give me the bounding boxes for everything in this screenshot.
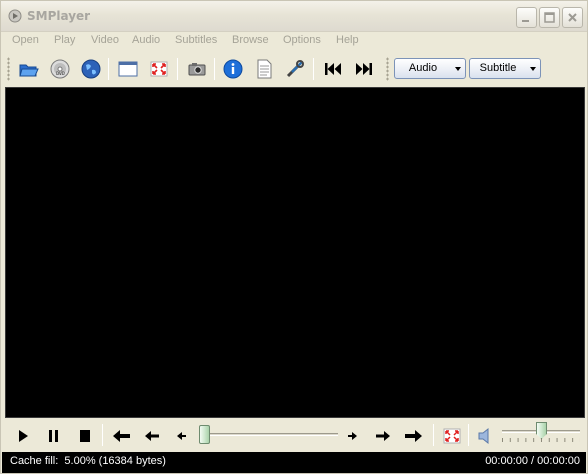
fullscreen-icon xyxy=(150,61,168,77)
previous-track-icon xyxy=(325,63,341,75)
open-file-button[interactable] xyxy=(16,56,42,82)
stop-button[interactable] xyxy=(72,423,98,449)
toolbar-grip[interactable] xyxy=(7,57,10,81)
minimize-button[interactable] xyxy=(516,7,537,28)
rewind-medium-icon xyxy=(145,431,159,441)
next-track-icon xyxy=(356,63,372,75)
preferences-button[interactable] xyxy=(282,56,308,82)
seek-thumb[interactable] xyxy=(199,425,210,444)
smplayer-window: SMPlayer Open Play Video Audio Subtitles… xyxy=(0,0,588,474)
pause-button[interactable] xyxy=(41,423,67,449)
controls-separator xyxy=(468,424,469,446)
maximize-button[interactable] xyxy=(539,7,560,28)
rewind-10s-button[interactable] xyxy=(169,423,195,449)
seek-bar[interactable] xyxy=(208,433,338,436)
rewind-30s-button[interactable] xyxy=(139,423,165,449)
forward-long-icon xyxy=(405,430,422,442)
menu-video[interactable]: Video xyxy=(91,34,119,46)
play-button[interactable] xyxy=(10,423,36,449)
play-icon xyxy=(19,430,28,442)
forward-10s-button[interactable] xyxy=(339,423,365,449)
screenshot-camera-icon xyxy=(188,63,206,76)
previous-button[interactable] xyxy=(320,56,346,82)
forward-short-icon xyxy=(348,432,357,440)
volume-slider-thumb[interactable] xyxy=(536,422,547,439)
pause-icon xyxy=(49,430,58,442)
audio-combo-label: Audio xyxy=(408,62,438,74)
volume-icon xyxy=(478,427,489,445)
next-button[interactable] xyxy=(351,56,377,82)
toolbar-separator xyxy=(313,58,314,80)
preferences-tools-icon xyxy=(286,60,304,78)
title-bar[interactable]: SMPlayer xyxy=(1,1,587,32)
menu-bar: Open Play Video Audio Subtitles Browse O… xyxy=(2,32,586,51)
open-folder-icon xyxy=(19,64,39,77)
menu-play[interactable]: Play xyxy=(54,34,75,46)
menu-help[interactable]: Help xyxy=(336,34,359,46)
mute-button[interactable] xyxy=(472,423,498,449)
compact-mode-button[interactable] xyxy=(115,56,141,82)
file-info-button[interactable] xyxy=(220,56,246,82)
smplayer-logo-icon xyxy=(7,8,23,24)
menu-audio[interactable]: Audio xyxy=(132,34,160,46)
svg-text:DVD: DVD xyxy=(56,71,65,76)
toolbar-separator xyxy=(108,58,109,80)
menu-options[interactable]: Options xyxy=(283,34,321,46)
time-display: 00:00:00 / 00:00:00 xyxy=(485,455,580,467)
info-icon xyxy=(223,59,243,79)
fullscreen-button[interactable] xyxy=(146,56,172,82)
forward-30s-button[interactable] xyxy=(370,423,396,449)
close-button[interactable] xyxy=(562,7,583,28)
controls-separator xyxy=(102,424,103,446)
cache-fill-status: Cache fill: 5.00% (16384 bytes) xyxy=(10,455,166,467)
screenshot-button[interactable] xyxy=(184,56,210,82)
volume-slider-ticks xyxy=(502,438,580,442)
playlist-icon xyxy=(257,59,272,79)
control-bar xyxy=(2,419,586,452)
status-bar: Cache fill: 5.00% (16384 bytes) 00:00:00… xyxy=(2,452,586,473)
menu-open[interactable]: Open xyxy=(12,34,39,46)
toolbar-grip[interactable] xyxy=(386,57,389,81)
fullscreen-icon xyxy=(443,428,461,444)
chevron-down-icon xyxy=(530,67,536,71)
window-title: SMPlayer xyxy=(27,9,91,23)
menu-browse[interactable]: Browse xyxy=(232,34,269,46)
playlist-button[interactable] xyxy=(251,56,277,82)
fullscreen-toggle-button[interactable] xyxy=(439,423,465,449)
open-dvd-button[interactable]: DVD xyxy=(47,56,73,82)
rewind-1min-button[interactable] xyxy=(108,423,134,449)
dvd-disc-icon: DVD xyxy=(50,59,70,79)
subtitle-combo-label: Subtitle xyxy=(479,62,517,74)
video-display[interactable] xyxy=(5,87,585,418)
rewind-long-icon xyxy=(113,430,130,442)
toolbar-separator xyxy=(177,58,178,80)
main-toolbar: DVD Audio Subtitle xyxy=(2,52,586,85)
menu-subtitles[interactable]: Subtitles xyxy=(175,34,217,46)
forward-medium-icon xyxy=(376,431,390,441)
controls-separator xyxy=(433,424,434,446)
open-url-globe-icon xyxy=(81,59,101,79)
toolbar-separator xyxy=(214,58,215,80)
maximize-icon xyxy=(544,12,555,23)
close-icon xyxy=(568,13,577,22)
open-url-button[interactable] xyxy=(78,56,104,82)
rewind-short-icon xyxy=(177,432,186,440)
chevron-down-icon xyxy=(455,67,461,71)
forward-1min-button[interactable] xyxy=(401,423,427,449)
audio-track-combo[interactable]: Audio xyxy=(394,58,466,79)
subtitle-track-combo[interactable]: Subtitle xyxy=(469,58,541,79)
stop-icon xyxy=(80,430,90,442)
minimize-icon xyxy=(522,20,529,22)
compact-mode-icon xyxy=(118,61,138,77)
